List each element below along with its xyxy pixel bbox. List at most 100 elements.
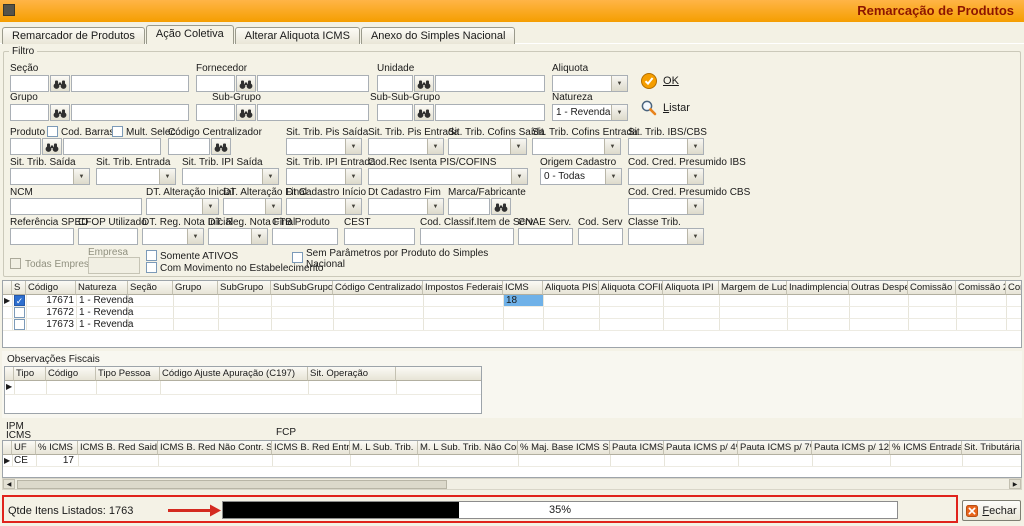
chevron-down-icon[interactable]: ▼ — [687, 199, 703, 214]
chevron-down-icon[interactable]: ▼ — [159, 169, 175, 184]
cell-icms-selected[interactable]: 18 — [504, 295, 543, 306]
cnae-serv-input[interactable] — [518, 228, 573, 245]
natureza-combo[interactable]: 1 - Revenda ▼ — [552, 104, 628, 121]
cod-barras-checkbox[interactable] — [47, 126, 58, 137]
cod-rec-isenta-combo[interactable]: ▼ — [368, 168, 528, 185]
chevron-down-icon[interactable]: ▼ — [611, 105, 627, 120]
ctb-produto-input[interactable] — [272, 228, 338, 245]
dt-reg-nota-inicial-picker[interactable]: ▼ — [142, 228, 204, 245]
grid-header-tipo-pessoa[interactable]: Tipo Pessoa — [96, 367, 160, 381]
chevron-down-icon[interactable]: ▼ — [604, 139, 620, 154]
grid-header-ml-sub-trib-nao-contr[interactable]: M. L Sub. Trib. Não Contr. — [418, 441, 518, 455]
grid-header-codigo[interactable]: Código — [26, 281, 76, 295]
fornecedor-desc-input[interactable] — [257, 75, 369, 92]
listar-button[interactable]: Listar — [640, 99, 690, 117]
grupo-desc-input[interactable] — [71, 104, 189, 121]
produto-code-input[interactable] — [10, 138, 41, 155]
grid-header-subgrupo[interactable]: SubGrupo — [218, 281, 271, 295]
sub-sub-grupo-desc-input[interactable] — [435, 104, 545, 121]
chevron-down-icon[interactable]: ▼ — [345, 169, 361, 184]
grid-header-aliquota-ipi[interactable]: Aliquota IPI — [663, 281, 719, 295]
cell-codigo[interactable]: 17673 — [26, 319, 74, 331]
scrollbar-thumb[interactable] — [17, 480, 447, 489]
grid-header-icms-entrada[interactable]: % ICMS Entrada — [890, 441, 962, 455]
grid-header-inadimplencia[interactable]: Inadimplencia — [787, 281, 849, 295]
grid-header-pauta-7[interactable]: Pauta ICMS p/ 7% — [738, 441, 812, 455]
chevron-down-icon[interactable]: ▼ — [687, 229, 703, 244]
table-row[interactable]: ▶ CE 17 — [3, 455, 1021, 467]
sub-grupo-search-button[interactable] — [236, 104, 256, 121]
fornecedor-code-input[interactable] — [196, 75, 235, 92]
ncm-input[interactable] — [10, 198, 142, 215]
grid-header-tipo[interactable]: Tipo — [14, 367, 46, 381]
fechar-button[interactable]: Fechar — [962, 500, 1021, 521]
sub-sub-grupo-search-button[interactable] — [414, 104, 434, 121]
dt-reg-nota-final-picker[interactable]: ▼ — [208, 228, 268, 245]
grid-header-pct-icms[interactable]: % ICMS — [36, 441, 78, 455]
row-select-checkbox[interactable] — [14, 307, 25, 318]
dt-cadastro-inicio-picker[interactable]: ▼ — [286, 198, 362, 215]
grid-header-aliquota-pis[interactable]: Aliquota PIS — [543, 281, 599, 295]
grid-header-pauta-12[interactable]: Pauta ICMS p/ 12% — [812, 441, 890, 455]
chevron-down-icon[interactable]: ▼ — [262, 169, 278, 184]
grid-header-comissao[interactable]: Comissão — [908, 281, 956, 295]
chevron-down-icon[interactable]: ▼ — [187, 229, 203, 244]
grid-header-pauta-icms[interactable]: Pauta ICMS — [610, 441, 664, 455]
grid-header-comissao-3[interactable]: Comissão 3 — [1006, 281, 1021, 295]
grid-header-bred-entr[interactable]: ICMS B. Red Entr — [272, 441, 350, 455]
chevron-down-icon[interactable]: ▼ — [427, 139, 443, 154]
ipi-saida-combo[interactable]: ▼ — [182, 168, 279, 185]
origem-cadastro-combo[interactable]: 0 - Todas ▼ — [540, 168, 622, 185]
chevron-down-icon[interactable]: ▼ — [345, 139, 361, 154]
tab-alterar-aliquota-icms[interactable]: Alterar Aliquota ICMS — [234, 27, 360, 44]
mult-selec-checkbox[interactable] — [112, 126, 123, 137]
grid-header-sit-tributaria[interactable]: Sit. Tributária ICMS Saida — [962, 441, 1021, 455]
grid-header-secao[interactable]: Seção — [128, 281, 173, 295]
cell-natureza[interactable]: 1 - Revenda — [79, 295, 149, 307]
tab-remarcador-de-produtos[interactable]: Remarcador de Produtos — [2, 27, 145, 44]
produto-search-button[interactable] — [42, 138, 62, 155]
sit-trib-saida-combo[interactable]: ▼ — [10, 168, 90, 185]
tab-acao-coletiva[interactable]: Ação Coletiva — [145, 25, 234, 44]
cofins-entrada-combo[interactable]: ▼ — [532, 138, 621, 155]
todas-empresas-checkbox[interactable] — [10, 258, 21, 269]
dt-alteracao-final-picker[interactable]: ▼ — [223, 198, 282, 215]
grid-header-bred-saida[interactable]: ICMS B. Red Saida — [78, 441, 158, 455]
marca-fabricante-input[interactable] — [448, 198, 490, 215]
aliquota-combo[interactable]: ▼ — [552, 75, 628, 92]
grid-header-codigo-ajuste[interactable]: Código Ajuste Apuração (C197) — [160, 367, 308, 381]
sub-sub-grupo-code-input[interactable] — [377, 104, 413, 121]
somente-ativos-checkbox[interactable] — [146, 250, 157, 261]
chevron-down-icon[interactable]: ▼ — [265, 199, 281, 214]
table-row[interactable]: 17672 1 - Revenda — [3, 307, 1021, 319]
scroll-right-icon[interactable]: ▶ — [1009, 479, 1021, 489]
sub-grupo-desc-input[interactable] — [257, 104, 369, 121]
grid-header-codigo-centralizador[interactable]: Código Centralizador — [333, 281, 423, 295]
chevron-down-icon[interactable]: ▼ — [251, 229, 267, 244]
unidade-desc-input[interactable] — [435, 75, 545, 92]
cred-presumido-cbs-combo[interactable]: ▼ — [628, 198, 704, 215]
grid-header-s[interactable]: S — [12, 281, 26, 295]
secao-desc-input[interactable] — [71, 75, 189, 92]
table-row[interactable]: ▶ 17671 1 - Revenda 18 — [3, 295, 1021, 307]
icms-grid-hscrollbar[interactable]: ◀ ▶ — [2, 478, 1022, 490]
cofins-saida-combo[interactable]: ▼ — [448, 138, 527, 155]
chevron-down-icon[interactable]: ▼ — [605, 169, 621, 184]
grupo-code-input[interactable] — [10, 104, 49, 121]
cest-input[interactable] — [344, 228, 415, 245]
ibs-cbs-combo[interactable]: ▼ — [628, 138, 704, 155]
grid-header-ml-sub-trib[interactable]: M. L Sub. Trib. — [350, 441, 418, 455]
chevron-down-icon[interactable]: ▼ — [611, 76, 627, 91]
pis-entrada-combo[interactable]: ▼ — [368, 138, 444, 155]
com-movimento-checkbox[interactable] — [146, 262, 157, 273]
sem-parametros-checkbox[interactable] — [292, 252, 303, 263]
chevron-down-icon[interactable]: ▼ — [510, 139, 526, 154]
cred-presumido-ibs-combo[interactable]: ▼ — [628, 168, 704, 185]
produto-desc-input[interactable] — [63, 138, 161, 155]
empresa-input[interactable] — [88, 257, 140, 274]
row-select-checkbox[interactable] — [14, 295, 25, 306]
cell-uf[interactable]: CE — [14, 455, 34, 467]
cell-natureza[interactable]: 1 - Revenda — [79, 319, 149, 331]
classe-trib-combo[interactable]: ▼ — [628, 228, 704, 245]
grupo-search-button[interactable] — [50, 104, 70, 121]
